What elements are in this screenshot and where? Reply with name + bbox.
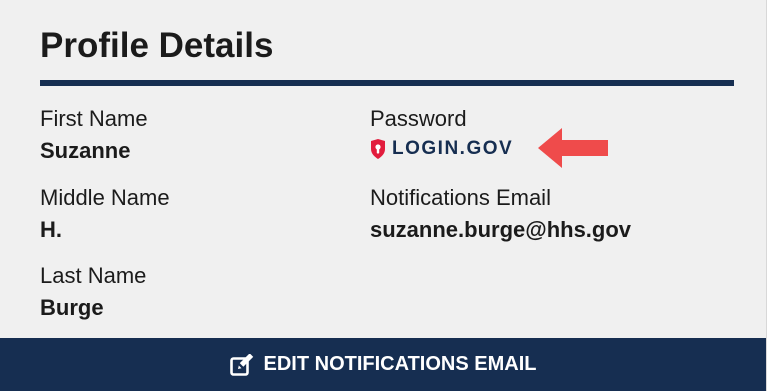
notifications-email-label: Notifications Email <box>370 185 551 210</box>
last-name-label: Last Name <box>40 263 147 288</box>
middle-name-label: Middle Name <box>40 185 170 210</box>
red-arrow-left-icon <box>538 128 608 168</box>
password-field: Password LOGIN.GOV <box>370 106 513 160</box>
first-name-field: First Name Suzanne <box>40 106 148 164</box>
shield-lock-icon <box>371 139 385 159</box>
edit-notifications-email-button[interactable]: EDIT NOTIFICATIONS EMAIL <box>0 338 766 391</box>
page-title: Profile Details <box>40 26 274 65</box>
first-name-label: First Name <box>40 106 148 131</box>
title-divider <box>40 80 734 86</box>
first-name-value: Suzanne <box>40 138 131 163</box>
profile-details-card: Profile Details First Name Suzanne Middl… <box>0 0 767 391</box>
last-name-value: Burge <box>40 295 104 320</box>
notifications-email-field: Notifications Email suzanne.burge@hhs.go… <box>370 185 631 243</box>
last-name-field: Last Name Burge <box>40 263 146 321</box>
middle-name-value: H. <box>40 217 62 242</box>
login-gov-logo: LOGIN.GOV <box>370 138 513 160</box>
edit-notifications-email-label: EDIT NOTIFICATIONS EMAIL <box>263 353 537 375</box>
notifications-email-value: suzanne.burge@hhs.gov <box>370 217 632 242</box>
login-gov-wordmark: LOGIN.GOV <box>392 138 514 159</box>
middle-name-field: Middle Name H. <box>40 185 170 243</box>
password-label: Password <box>370 106 467 131</box>
edit-icon <box>229 353 253 376</box>
